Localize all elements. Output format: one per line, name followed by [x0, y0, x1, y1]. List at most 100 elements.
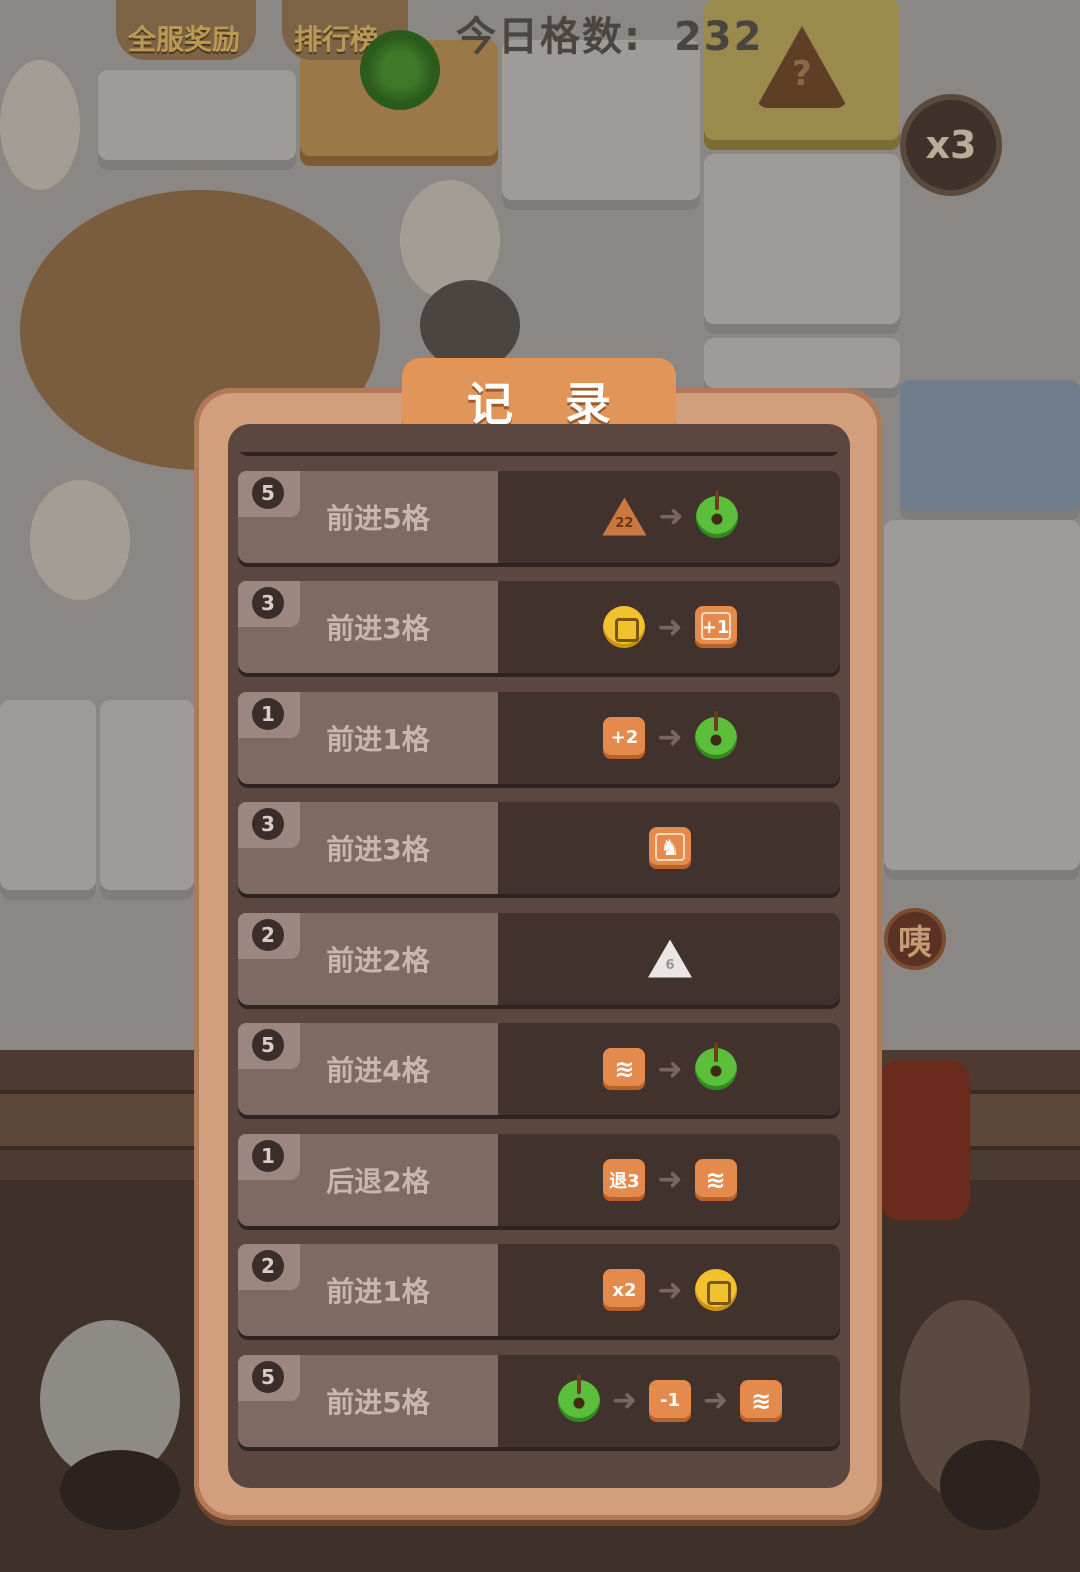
- move-label: 前进3格: [326, 833, 430, 866]
- character-decoration: [0, 60, 80, 190]
- minus-one-tile-icon: -1: [649, 1379, 691, 1422]
- dice-value: 5: [252, 476, 284, 509]
- record-items-cell: ➜ +1: [500, 581, 840, 673]
- dice-value: 5: [252, 1360, 284, 1393]
- character-decoration: [30, 480, 130, 600]
- move-label: 前进1格: [326, 722, 430, 756]
- dice-value: 1: [252, 697, 284, 730]
- double-tile-icon: x2: [603, 1269, 646, 1311]
- record-row: 3 前进3格 ➜ +1: [238, 581, 840, 673]
- side-event-badge[interactable]: 咦: [884, 908, 946, 970]
- record-list[interactable]: 4前进4格5前进5格22➜3前进3格➜+11前进1格+2➜3前进3格♞2前进2格…: [228, 424, 850, 1488]
- rice-stone-icon: 6: [648, 939, 692, 978]
- arrow-right-icon: ➜: [611, 1383, 637, 1418]
- jade-ring-icon: [694, 710, 737, 759]
- record-row: 2 前进2格 6: [238, 912, 840, 1005]
- record-items-cell: 退3 ➜ ≋: [500, 1134, 840, 1226]
- board-tile: [884, 520, 1080, 880]
- record-list-viewport[interactable]: 4前进4格5前进5格22➜3前进3格➜+11前进1格+2➜3前进3格♞2前进2格…: [238, 452, 840, 1460]
- arrow-right-icon: ➜: [657, 1272, 683, 1308]
- board-tile: [704, 154, 900, 334]
- record-items-cell: +2 ➜: [500, 692, 840, 784]
- record-row: 5 前进5格 ➜ -1 ➜ ≋: [238, 1354, 840, 1447]
- gold-coin-icon: [694, 1269, 737, 1311]
- board-tile: [0, 700, 96, 900]
- tile-label: -1: [660, 1390, 680, 1411]
- arrow-right-icon: ➜: [703, 1383, 729, 1418]
- dice-tab: 2: [238, 912, 300, 959]
- tile-label: +1: [701, 616, 730, 638]
- character-decoration: [420, 280, 520, 370]
- jade-ring-icon: [557, 1373, 600, 1422]
- move-label: 前进4格: [326, 1054, 430, 1087]
- multiplier-button[interactable]: x3: [900, 94, 1002, 196]
- red-signboard-decoration: [880, 1060, 970, 1220]
- dice-value: 2: [252, 918, 284, 951]
- record-move-cell: 3 前进3格: [238, 802, 498, 894]
- move-label: 前进5格: [326, 501, 430, 535]
- record-row: 1 后退2格 退3 ➜ ≋: [238, 1133, 840, 1226]
- record-items-cell: ≋ ➜: [500, 1023, 840, 1115]
- record-items-cell: x2 ➜: [500, 1244, 840, 1336]
- record-move-cell: 5 前进5格: [238, 470, 498, 563]
- record-move-cell: 1 前进1格: [238, 691, 498, 784]
- horse-glyph: ♞: [660, 835, 680, 861]
- move-label: 后退2格: [326, 1164, 430, 1198]
- arrow-right-icon: ➜: [657, 609, 683, 645]
- dice-tab: 3: [238, 802, 300, 848]
- wave-tile-icon: ≋: [603, 1048, 646, 1090]
- record-items-cell: 6: [500, 913, 840, 1005]
- pot-decoration: [940, 1440, 1040, 1530]
- global-reward-button[interactable]: 全服奖励: [128, 18, 240, 58]
- dice-tab: 5: [238, 1354, 300, 1401]
- record-row: 5 前进5格 22 ➜: [238, 470, 840, 563]
- wave-glyph: ≋: [705, 1165, 726, 1194]
- tile-label: 退3: [609, 1170, 640, 1192]
- rice-stone-number: 6: [665, 958, 675, 973]
- rice-stone-icon: 22: [602, 497, 647, 536]
- record-row: 5 前进4格 ≋ ➜: [238, 1023, 840, 1115]
- dice-value: 1: [252, 1139, 284, 1172]
- record-move-cell: 2 前进2格: [238, 912, 498, 1005]
- dice-tab: 3: [238, 581, 300, 627]
- record-move-cell: 5 前进5格: [238, 1354, 498, 1447]
- arrow-right-icon: ➜: [657, 720, 683, 755]
- wave-tile-icon: ≋: [740, 1379, 783, 1422]
- arrow-right-icon: ➜: [657, 1162, 683, 1197]
- record-items-cell: ➜ -1 ➜ ≋: [500, 1355, 840, 1447]
- rice-stone-number: 22: [615, 516, 634, 531]
- plus-one-tile-icon: +1: [694, 606, 737, 648]
- record-list-content: 4前进4格5前进5格22➜3前进3格➜+11前进1格+2➜3前进3格♞2前进2格…: [238, 452, 840, 1460]
- record-move-cell: 5 前进4格: [238, 1023, 498, 1115]
- wave-glyph: ≋: [751, 1386, 772, 1415]
- jade-ring-icon: [695, 489, 738, 538]
- pot-decoration: [60, 1450, 180, 1530]
- arrow-right-icon: ➜: [658, 499, 684, 534]
- today-count: 今日格数: 232: [456, 4, 763, 62]
- move-label: 前进5格: [326, 1385, 430, 1419]
- record-row: 2 前进1格 x2 ➜: [238, 1244, 840, 1336]
- tile-label: +2: [610, 727, 639, 748]
- arrow-right-icon: ➜: [657, 1051, 683, 1087]
- dice-value: 3: [252, 587, 284, 619]
- wave-glyph: ≋: [614, 1055, 635, 1083]
- back-three-tile-icon: 退3: [603, 1158, 646, 1201]
- horse-tile-icon: ♞: [649, 827, 691, 869]
- tile-label: x2: [612, 1279, 637, 1301]
- record-move-cell: 2 前进1格: [238, 1244, 498, 1336]
- record-move-cell: 3 前进3格: [238, 581, 498, 673]
- today-count-label: 今日格数:: [456, 14, 642, 60]
- board-tile: [900, 380, 1080, 520]
- rice-bowl-tile-icon: +2: [603, 716, 646, 759]
- record-row: 3 前进3格 ♞: [238, 802, 840, 894]
- move-label: 前进1格: [326, 1275, 430, 1308]
- board-tile: [502, 40, 700, 210]
- dice-tab: 2: [238, 1244, 300, 1290]
- record-move-cell: 1 后退2格: [238, 1133, 498, 1226]
- dice-value: 2: [252, 1250, 284, 1282]
- gold-coin-icon: [603, 606, 646, 648]
- dice-value: 5: [252, 1029, 284, 1061]
- dice-tab: 1: [238, 691, 300, 738]
- jade-reward-icon: [360, 30, 440, 110]
- board-tile: [98, 70, 296, 170]
